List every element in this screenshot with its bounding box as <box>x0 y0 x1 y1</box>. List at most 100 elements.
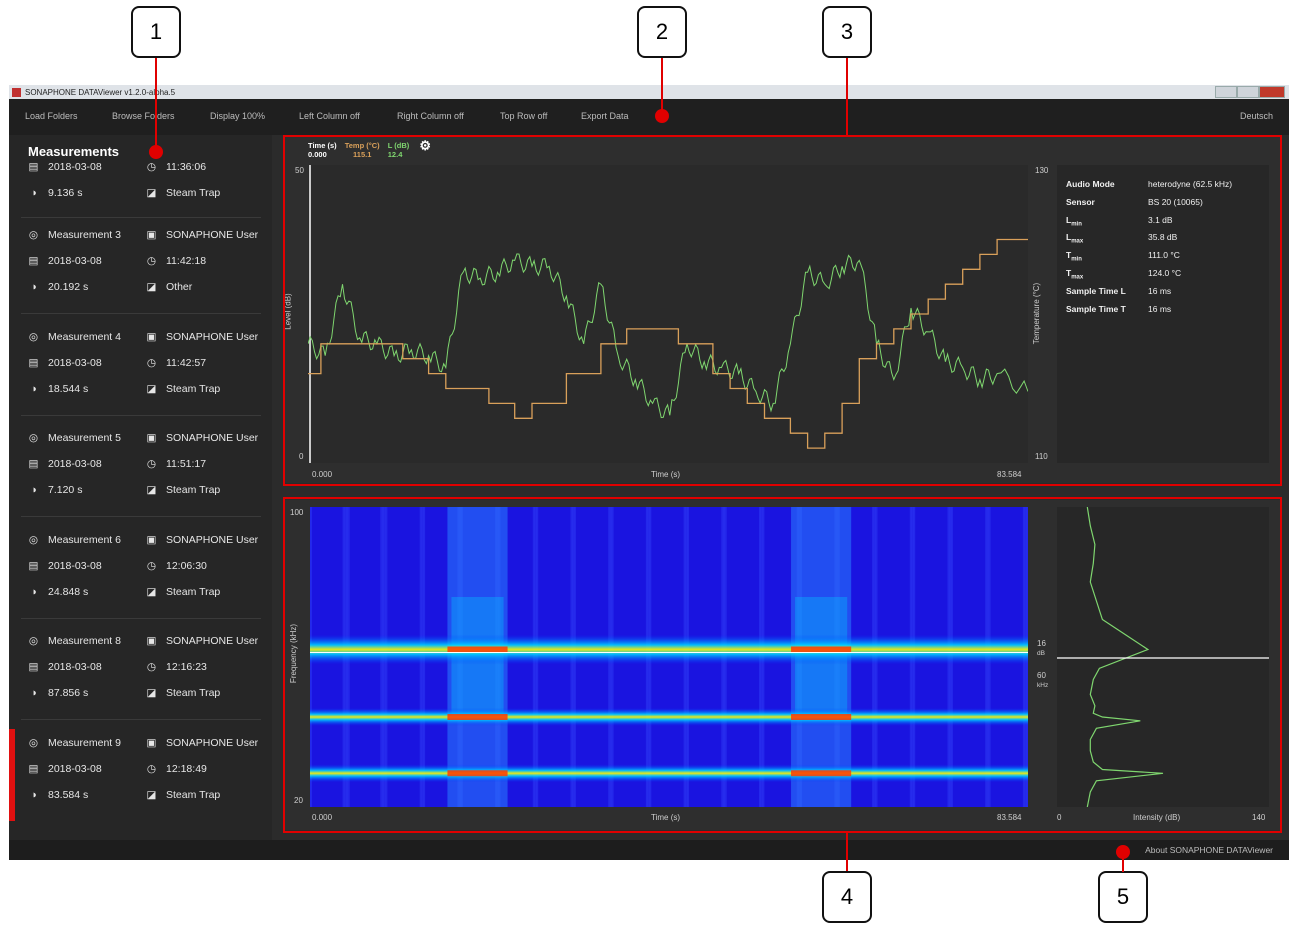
status-bar: About SONAPHONE DATAViewer <box>9 840 1289 860</box>
meas-user: ▣ SONAPHONE User <box>146 736 259 749</box>
highlight-box-4 <box>283 497 1282 833</box>
meas-duration: ◑ 87.856 s <box>28 687 88 699</box>
meas-user-text: SONAPHONE User <box>166 330 259 343</box>
meas-name-text: Measurement 9 <box>48 736 121 749</box>
meas-duration-text: 20.192 s <box>48 281 89 293</box>
meas-type: ◪ Other <box>146 281 193 293</box>
clock-icon: ◷ <box>146 255 157 267</box>
meas-duration-text: 83.584 s <box>48 788 89 801</box>
meas-date: ▤ 2018-03-08 <box>28 763 102 775</box>
meas-user: ▣ SONAPHONE User <box>146 432 259 444</box>
duration-icon: ◑ <box>30 382 37 395</box>
meas-name: ◎ Measurement 3 <box>28 229 121 241</box>
meas-date: ▤ 2018-03-08 <box>28 560 102 572</box>
meas-time: ◷ 12:06:30 <box>146 560 207 572</box>
duration-icon: ◑ <box>30 484 37 496</box>
menu-right-column[interactable]: Right Column off <box>397 111 464 121</box>
meas-duration: ◑ 7.120 s <box>28 484 82 496</box>
meas-name-text: Measurement 6 <box>48 533 121 546</box>
meas-date-text: 2018-03-08 <box>48 559 102 572</box>
meas-type-text: Other <box>166 281 193 293</box>
measurement-item[interactable]: ◎ Measurement 9 ▣ SONAPHONE User ▤ 2018-03-08… <box>9 728 272 837</box>
meas-time: ◷ 11:51:17 <box>146 458 206 470</box>
user-icon: ▣ <box>146 432 157 444</box>
meas-user-text: SONAPHONE User <box>166 432 259 444</box>
meas-user-text: SONAPHONE User <box>166 229 259 241</box>
meas-type: ◪ Steam Trap <box>146 484 221 496</box>
measurement-item[interactable]: ◎ Measurement 8 ▣ SONAPHONE User ▤ 2018-03-08… <box>9 635 272 735</box>
clipboard-icon: ▤ <box>28 356 39 369</box>
app-icon <box>12 87 21 97</box>
chart-icon: ◪ <box>146 585 157 598</box>
highlight-box-3 <box>283 135 1282 486</box>
user-icon: ▣ <box>146 635 157 647</box>
marker-dot-1 <box>149 145 163 159</box>
meas-duration-text: 18.544 s <box>48 382 89 395</box>
measurement-item[interactable]: ◎ Measurement 5 ▣ SONAPHONE User ▤ 2018-03-08… <box>9 432 272 532</box>
meas-duration-text: 7.120 s <box>48 484 83 496</box>
chart-icon: ◪ <box>146 382 157 395</box>
menu-browse-folders[interactable]: Browse Folders <box>112 111 175 121</box>
meas-time: ◷ 11:42:57 <box>146 357 206 369</box>
about-link[interactable]: About SONAPHONE DATAViewer <box>1145 845 1273 855</box>
meas-type-text: Steam Trap <box>166 484 221 496</box>
measurement-item[interactable]: ◎ Measurement 6 ▣ SONAPHONE User ▤ 2018-03-08… <box>9 534 272 634</box>
clipboard-icon: ▤ <box>28 661 39 673</box>
menu-language[interactable]: Deutsch <box>1240 111 1273 121</box>
meas-duration: ◑ 18.544 s <box>28 383 88 395</box>
menu-left-column[interactable]: Left Column off <box>299 111 360 121</box>
clipboard-icon: ▤ <box>28 458 39 470</box>
menu-top-row[interactable]: Top Row off <box>500 111 547 121</box>
clock-icon: ◷ <box>146 559 157 572</box>
measurements-sidebar: Measurements ▤ 2018-03-08 ◷ 11:36:06 ◑ 9.136 … <box>9 135 272 840</box>
clock-icon: ◷ <box>146 356 157 369</box>
user-icon: ▣ <box>146 533 157 546</box>
divider <box>21 217 261 218</box>
signal-icon: ◎ <box>28 736 39 749</box>
clock-icon: ◷ <box>146 762 157 775</box>
chart-icon: ◪ <box>146 788 157 801</box>
meas-user: ▣ SONAPHONE User <box>146 533 259 546</box>
meas-user: ▣ SONAPHONE User <box>146 330 259 343</box>
meas-time-text: 11:42:57 <box>166 356 207 369</box>
meas-type: ◪ Steam Trap <box>146 585 221 598</box>
meas-time-text: 11:36:06 <box>166 161 207 173</box>
menu-display[interactable]: Display 100% <box>210 111 265 121</box>
divider <box>21 617 261 619</box>
meas-type: ◪ Steam Trap <box>146 187 221 199</box>
callout-5: 5 <box>1098 871 1148 923</box>
connector-1 <box>155 58 157 151</box>
meas-time: ◷ 11:42:18 <box>146 255 206 267</box>
callout-2: 2 <box>637 6 687 58</box>
divider <box>21 313 261 314</box>
meas-type-text: Steam Trap <box>166 788 221 801</box>
callout-1: 1 <box>131 6 181 58</box>
duration-icon: ◑ <box>30 585 37 598</box>
meas-date-text: 2018-03-08 <box>48 762 102 775</box>
maximize-button[interactable] <box>1237 86 1259 98</box>
menu-export-data[interactable]: Export Data <box>581 111 629 121</box>
connector-2 <box>661 58 663 116</box>
close-button[interactable] <box>1259 86 1285 98</box>
divider <box>21 719 261 720</box>
signal-icon: ◎ <box>28 229 39 241</box>
menu-load-folders[interactable]: Load Folders <box>25 111 78 121</box>
meas-time-text: 12:18:49 <box>166 762 207 775</box>
measurement-item[interactable]: ◎ Measurement 4 ▣ SONAPHONE User ▤ 2018-03-08… <box>9 331 272 431</box>
minimize-button[interactable] <box>1215 86 1237 98</box>
meas-type: ◪ Steam Trap <box>146 687 221 699</box>
meas-date-text: 2018-03-08 <box>48 356 102 369</box>
meas-type-text: Steam Trap <box>166 187 221 199</box>
meas-name-text: Measurement 5 <box>48 432 121 444</box>
meas-time: ◷ 12:18:49 <box>146 763 207 775</box>
meas-date: ▤ 2018-03-08 <box>28 458 102 470</box>
meas-type: ◪ Steam Trap <box>146 382 221 395</box>
meas-name: ◎ Measurement 4 <box>28 331 121 343</box>
measurement-item[interactable]: ◎ Measurement 3 ▣ SONAPHONE User ▤ 2018-03-08… <box>9 229 272 329</box>
meas-duration: ◑ 9.136 s <box>28 187 82 199</box>
meas-name: ◎ Measurement 6 <box>28 534 121 546</box>
user-icon: ▣ <box>146 736 157 749</box>
user-icon: ▣ <box>146 229 157 241</box>
meas-date: ▤ 2018-03-08 <box>28 255 102 267</box>
measurement-item-partial[interactable]: ▤ 2018-03-08 ◷ 11:36:06 ◑ 9.136 s ◪ Steam Trap <box>9 159 272 213</box>
